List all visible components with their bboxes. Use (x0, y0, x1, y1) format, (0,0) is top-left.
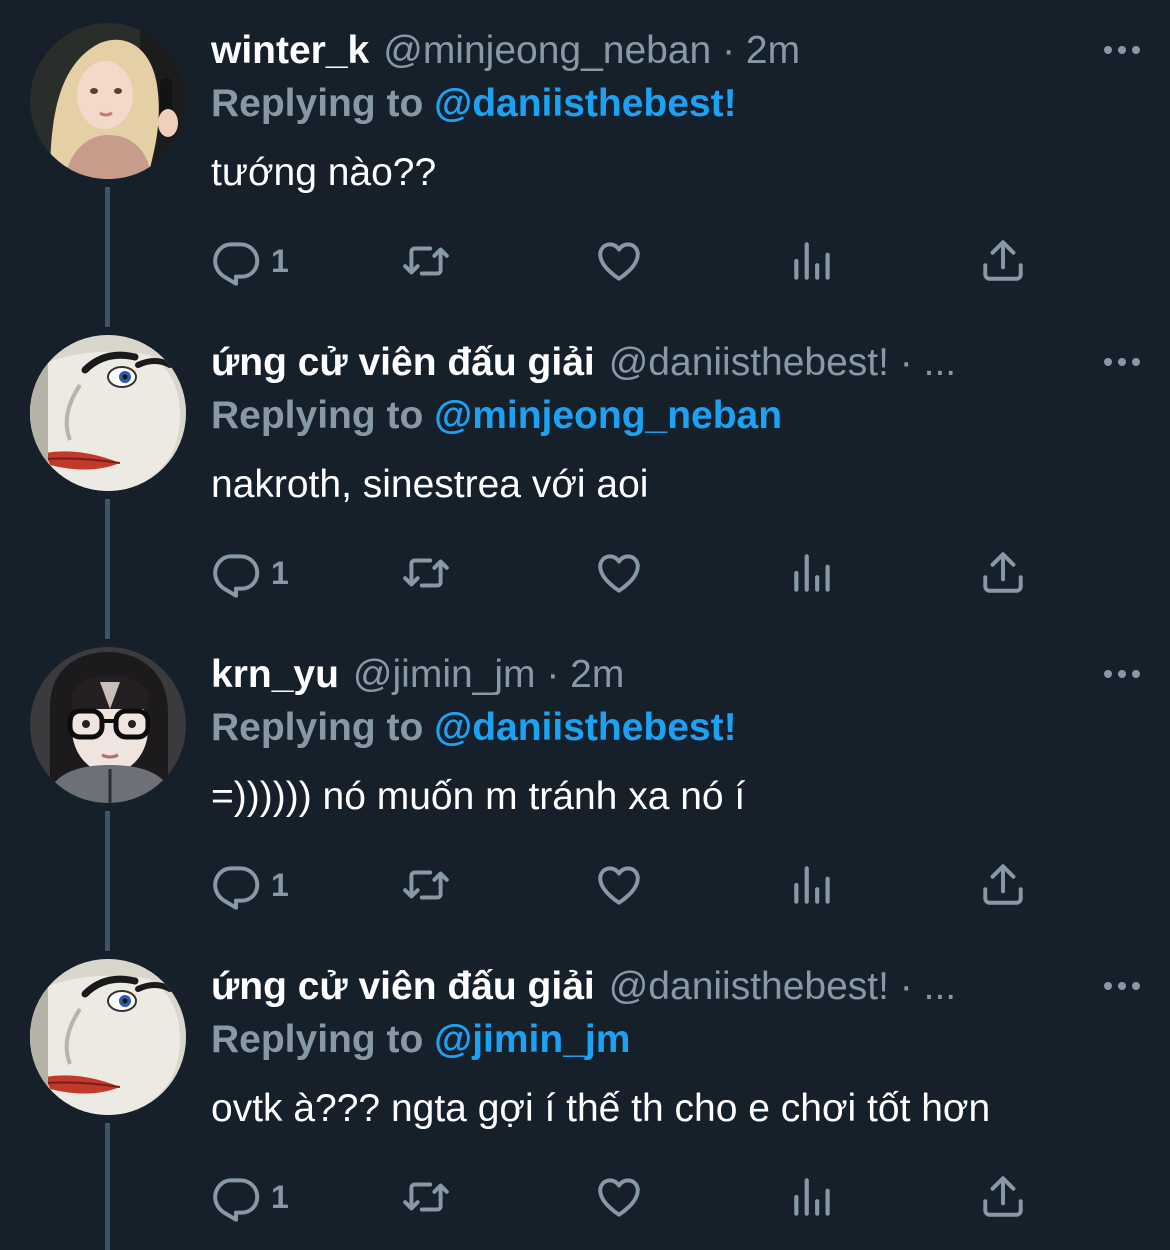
analytics-button[interactable] (788, 1172, 838, 1222)
analytics-icon (788, 860, 838, 910)
white-face-meme-avatar-image (30, 335, 186, 491)
tweet[interactable]: winter_k @minjeong_neban · 2m Replying t… (0, 0, 1170, 312)
analytics-button[interactable] (788, 860, 838, 910)
more-icon[interactable] (1102, 662, 1142, 686)
reply-count: 1 (271, 554, 289, 591)
reply-button[interactable]: 1 (211, 548, 289, 598)
handle-and-time[interactable]: @daniisthebest! · ... (609, 960, 956, 1014)
retweet-button[interactable] (401, 860, 451, 910)
reply-count: 1 (271, 1178, 289, 1215)
handle-and-time[interactable]: @minjeong_neban · 2m (383, 24, 800, 78)
like-icon (594, 548, 644, 598)
retweet-button[interactable] (401, 236, 451, 286)
retweet-button[interactable] (401, 1172, 451, 1222)
handle-and-time[interactable]: @daniisthebest! · ... (609, 336, 956, 390)
analytics-icon (788, 236, 838, 286)
tweet-text: tướng nào?? (211, 151, 437, 194)
display-name[interactable]: ứng cử viên đấu giải (211, 336, 595, 390)
analytics-button[interactable] (788, 236, 838, 286)
like-icon (594, 1172, 644, 1222)
tweet-actions: 1 (211, 548, 1091, 598)
reply-icon (211, 860, 261, 910)
share-icon (978, 236, 1028, 286)
retweet-icon (401, 860, 451, 910)
tweet-text: ovtk à??? ngta gợi í thế th cho e chơi t… (211, 1087, 991, 1130)
tweet-text: =)))))) nó muốn m tránh xa nó í (211, 775, 746, 818)
share-button[interactable] (978, 860, 1028, 910)
handle-and-time[interactable]: @jimin_jm · 2m (353, 648, 624, 702)
display-name[interactable]: krn_yu (211, 648, 339, 702)
like-button[interactable] (594, 236, 644, 286)
share-button[interactable] (978, 548, 1028, 598)
like-button[interactable] (594, 548, 644, 598)
more-icon[interactable] (1102, 350, 1142, 374)
more-icon[interactable] (1102, 38, 1142, 62)
tweet-header: ứng cử viên đấu giải @daniisthebest! · .… (211, 336, 956, 390)
mention-link[interactable]: @daniisthebest! (434, 706, 736, 749)
reply-button[interactable]: 1 (211, 860, 289, 910)
reply-button[interactable]: 1 (211, 1172, 289, 1222)
replying-to-label: Replying to (211, 394, 435, 437)
tweet[interactable]: ứng cử viên đấu giải @daniisthebest! · .… (0, 312, 1170, 624)
girl-with-glasses-avatar-image (30, 647, 186, 803)
tweet[interactable]: ứng cử viên đấu giải @daniisthebest! · .… (0, 936, 1170, 1248)
share-button[interactable] (978, 1172, 1028, 1222)
replying-to-label: Replying to (211, 82, 435, 125)
reply-count: 1 (271, 242, 289, 279)
like-button[interactable] (594, 1172, 644, 1222)
share-button[interactable] (978, 236, 1028, 286)
blonde-girl-avatar-image (30, 23, 186, 179)
like-icon (594, 236, 644, 286)
replying-to: Replying to @minjeong_neban (211, 390, 782, 442)
avatar[interactable] (30, 335, 186, 491)
retweet-icon (401, 1172, 451, 1222)
reply-button[interactable]: 1 (211, 236, 289, 286)
analytics-icon (788, 548, 838, 598)
reply-count: 1 (271, 866, 289, 903)
tweet-actions: 1 (211, 860, 1091, 910)
replying-to-label: Replying to (211, 706, 435, 749)
avatar[interactable] (30, 959, 186, 1115)
analytics-icon (788, 1172, 838, 1222)
share-icon (978, 548, 1028, 598)
avatar[interactable] (30, 23, 186, 179)
retweet-button[interactable] (401, 548, 451, 598)
replying-to: Replying to @daniisthebest! (211, 78, 737, 130)
reply-icon (211, 1172, 261, 1222)
replying-to: Replying to @jimin_jm (211, 1014, 630, 1066)
retweet-icon (401, 548, 451, 598)
display-name[interactable]: ứng cử viên đấu giải (211, 960, 595, 1014)
display-name[interactable]: winter_k (211, 24, 369, 78)
like-button[interactable] (594, 860, 644, 910)
tweet-actions: 1 (211, 236, 1091, 286)
share-icon (978, 860, 1028, 910)
share-icon (978, 1172, 1028, 1222)
retweet-icon (401, 236, 451, 286)
replying-to: Replying to @daniisthebest! (211, 702, 737, 754)
tweet-header: krn_yu @jimin_jm · 2m (211, 648, 624, 702)
reply-icon (211, 548, 261, 598)
avatar[interactable] (30, 647, 186, 803)
mention-link[interactable]: @jimin_jm (434, 1018, 630, 1061)
tweet-header: ứng cử viên đấu giải @daniisthebest! · .… (211, 960, 956, 1014)
tweet-text: nakroth, sinestrea với aoi (211, 463, 649, 506)
mention-link[interactable]: @daniisthebest! (434, 82, 736, 125)
reply-icon (211, 236, 261, 286)
mention-link[interactable]: @minjeong_neban (434, 394, 782, 437)
tweet[interactable]: krn_yu @jimin_jm · 2m Replying to @danii… (0, 624, 1170, 936)
reply-thread: winter_k @minjeong_neban · 2m Replying t… (0, 0, 1170, 1250)
replying-to-label: Replying to (211, 1018, 435, 1061)
tweet-actions: 1 (211, 1172, 1091, 1222)
white-face-meme-avatar-image (30, 959, 186, 1115)
like-icon (594, 860, 644, 910)
more-icon[interactable] (1102, 974, 1142, 998)
tweet-header: winter_k @minjeong_neban · 2m (211, 24, 800, 78)
analytics-button[interactable] (788, 548, 838, 598)
